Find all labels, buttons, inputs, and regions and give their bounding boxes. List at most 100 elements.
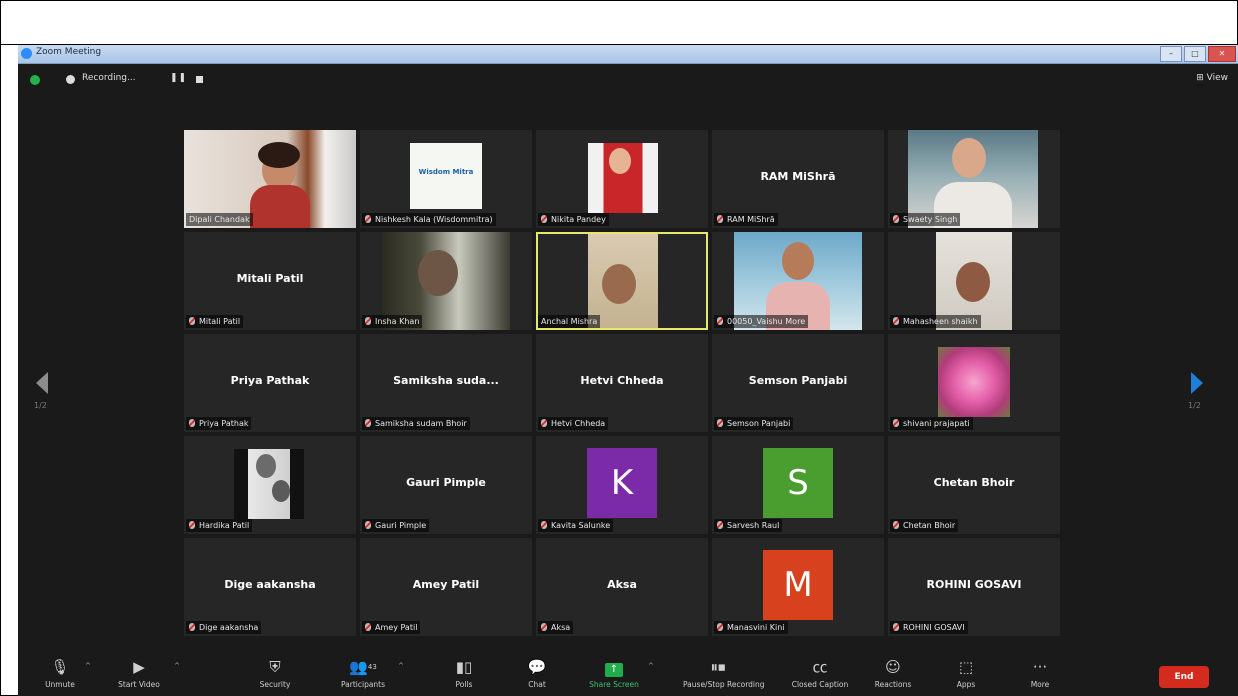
participant-tile[interactable]: 00050_Vaishu More [712, 232, 884, 330]
start-video-label: Start Video [118, 680, 160, 689]
recording-label: Recording... [82, 73, 136, 83]
mic-muted-icon [365, 521, 371, 529]
participant-tile[interactable]: shivani prajapati [888, 334, 1060, 432]
participant-name-label: Gauri Pimple [362, 519, 430, 532]
participant-tile[interactable]: Wisdom Mitra Nishkesh Kala (Wisdommitra) [360, 130, 532, 228]
video-off-icon: ▶ [133, 658, 145, 676]
participant-name-label: Dipali Chandak [186, 213, 253, 226]
participant-face [256, 454, 276, 478]
participant-tile[interactable]: Aksa Aksa [536, 538, 708, 636]
participant-face [952, 138, 986, 178]
security-label: Security [259, 680, 291, 689]
video-options-chevron-icon[interactable]: ^ [174, 662, 180, 670]
mic-muted-icon [717, 419, 723, 427]
security-shield-icon[interactable] [30, 75, 40, 85]
participant-tile-active-speaker[interactable]: Anchal Mishra [536, 232, 708, 330]
participant-face [602, 264, 636, 304]
participant-tile[interactable]: M Manasvini Kini [712, 538, 884, 636]
pause-stop-recording-button[interactable]: ⏸⏹ Pause/Stop Recording [683, 657, 765, 689]
pause-stop-icon: ⏸⏹ [710, 658, 726, 676]
chat-button[interactable]: 💬 Chat [502, 657, 572, 689]
maximize-button[interactable]: □ [1184, 46, 1206, 62]
participant-name-label: Hetvi Chheda [538, 417, 609, 430]
mic-muted-icon [893, 623, 899, 631]
more-button[interactable]: ··· More [1005, 657, 1075, 689]
view-button[interactable]: ⊞ View [1196, 73, 1228, 83]
participant-tile[interactable]: Nikita Pandey [536, 130, 708, 228]
mic-muted-icon [189, 317, 195, 325]
start-video-button[interactable]: ▶ Start Video [104, 657, 174, 689]
close-button[interactable]: ✕ [1208, 46, 1236, 62]
participant-tile[interactable]: Hetvi Chheda Hetvi Chheda [536, 334, 708, 432]
mic-muted-icon [365, 419, 371, 427]
participant-tile[interactable]: S Sarvesh Raul [712, 436, 884, 534]
page-indicator-left: 1/2 [34, 401, 47, 410]
participant-tile[interactable]: Insha Khan [360, 232, 532, 330]
audio-options-chevron-icon[interactable]: ^ [85, 662, 91, 670]
participant-tile[interactable]: Semson Panjabi Semson Panjabi [712, 334, 884, 432]
logo-text: Wisdom Mitra [418, 168, 474, 176]
share-screen-button[interactable]: ↑ Share Screen [579, 657, 649, 689]
participant-name-label: Chetan Bhoir [890, 519, 959, 532]
closed-caption-button[interactable]: ㏄ Closed Caption [785, 657, 855, 689]
polls-label: Polls [455, 680, 473, 689]
participant-tile[interactable]: ROHINI GOSAVI ROHINI GOSAVI [888, 538, 1060, 636]
reactions-button[interactable]: ☺ Reactions [858, 657, 928, 689]
participant-tile[interactable]: Amey Patil Amey Patil [360, 538, 532, 636]
participant-display-name: RAM MiShrā [760, 170, 836, 183]
participant-name-label: Hardika Patil [186, 519, 253, 532]
participant-display-name: Priya Pathak [230, 374, 310, 387]
next-page-arrow-icon[interactable] [1191, 372, 1203, 394]
previous-page-arrow-icon[interactable] [36, 372, 48, 394]
apps-button[interactable]: ⬚ Apps [931, 657, 1001, 689]
mic-muted-icon [365, 215, 371, 223]
zoom-app-icon [21, 48, 32, 59]
participants-button[interactable]: 👥43 Participants [328, 657, 398, 689]
participant-tile[interactable]: Hardika Patil [184, 436, 356, 534]
participant-tile[interactable]: Dipali Chandak [184, 130, 356, 228]
mic-muted-icon [541, 623, 547, 631]
participants-icon: 👥43 [349, 658, 377, 676]
polls-button[interactable]: ▮▯ Polls [429, 657, 499, 689]
end-meeting-button[interactable]: End [1159, 666, 1209, 688]
participant-display-name: Dige aakansha [224, 578, 316, 591]
participants-count: 43 [367, 663, 377, 671]
mic-muted-icon [893, 419, 899, 427]
participant-tile[interactable]: Swaety Singh [888, 130, 1060, 228]
participant-tile[interactable]: Gauri Pimple Gauri Pimple [360, 436, 532, 534]
participant-tile[interactable]: Samiksha suda... Samiksha sudam Bhoir [360, 334, 532, 432]
avatar: S [763, 448, 833, 518]
mic-muted-icon [365, 623, 371, 631]
participant-tile[interactable]: K Kavita Salunke [536, 436, 708, 534]
participant-name-label: Dige aakansha [186, 621, 262, 634]
participant-name-label: Amey Patil [362, 621, 421, 634]
participant-name-label: shivani prajapati [890, 417, 973, 430]
security-button[interactable]: ⛨ Security [240, 657, 310, 689]
participant-name-label: RAM MiShrā [714, 213, 778, 226]
participant-name-label: Mitali Patil [186, 315, 244, 328]
participant-tile[interactable]: Chetan Bhoir Chetan Bhoir [888, 436, 1060, 534]
minimize-button[interactable]: – [1160, 46, 1182, 62]
pause-recording-icon[interactable]: ❚❚ [170, 73, 187, 83]
mic-muted-icon [541, 215, 547, 223]
more-label: More [1030, 680, 1050, 689]
participant-tile[interactable]: Dige aakansha Dige aakansha [184, 538, 356, 636]
participant-tile[interactable]: Mahasheen shaikh [888, 232, 1060, 330]
meeting-top-bar: Recording... ❚❚ ⊞ View [18, 63, 1238, 97]
window-title: Zoom Meeting [36, 47, 102, 57]
participant-display-name: Amey Patil [412, 578, 480, 591]
participant-tile[interactable]: Priya Pathak Priya Pathak [184, 334, 356, 432]
closed-caption-label: Closed Caption [791, 680, 849, 689]
participant-name-label: Insha Khan [362, 315, 423, 328]
mic-muted-icon [189, 623, 195, 631]
unmute-label: Unmute [45, 680, 75, 689]
participant-tile[interactable]: Mitali Patil Mitali Patil [184, 232, 356, 330]
share-options-chevron-icon[interactable]: ^ [648, 662, 654, 670]
participant-name-label: Anchal Mishra [538, 315, 601, 328]
participants-options-chevron-icon[interactable]: ^ [398, 662, 404, 670]
stop-recording-icon[interactable] [196, 76, 203, 83]
mic-muted-icon [717, 317, 723, 325]
zoom-window: Zoom Meeting – □ ✕ Recording... ❚❚ ⊞ Vie… [18, 45, 1238, 696]
participant-tile[interactable]: RAM MiShrā RAM MiShrā [712, 130, 884, 228]
meeting-toolbar: 🎙 Unmute ^ ▶ Start Video ^ ⛨ Security 👥4… [18, 645, 1238, 696]
